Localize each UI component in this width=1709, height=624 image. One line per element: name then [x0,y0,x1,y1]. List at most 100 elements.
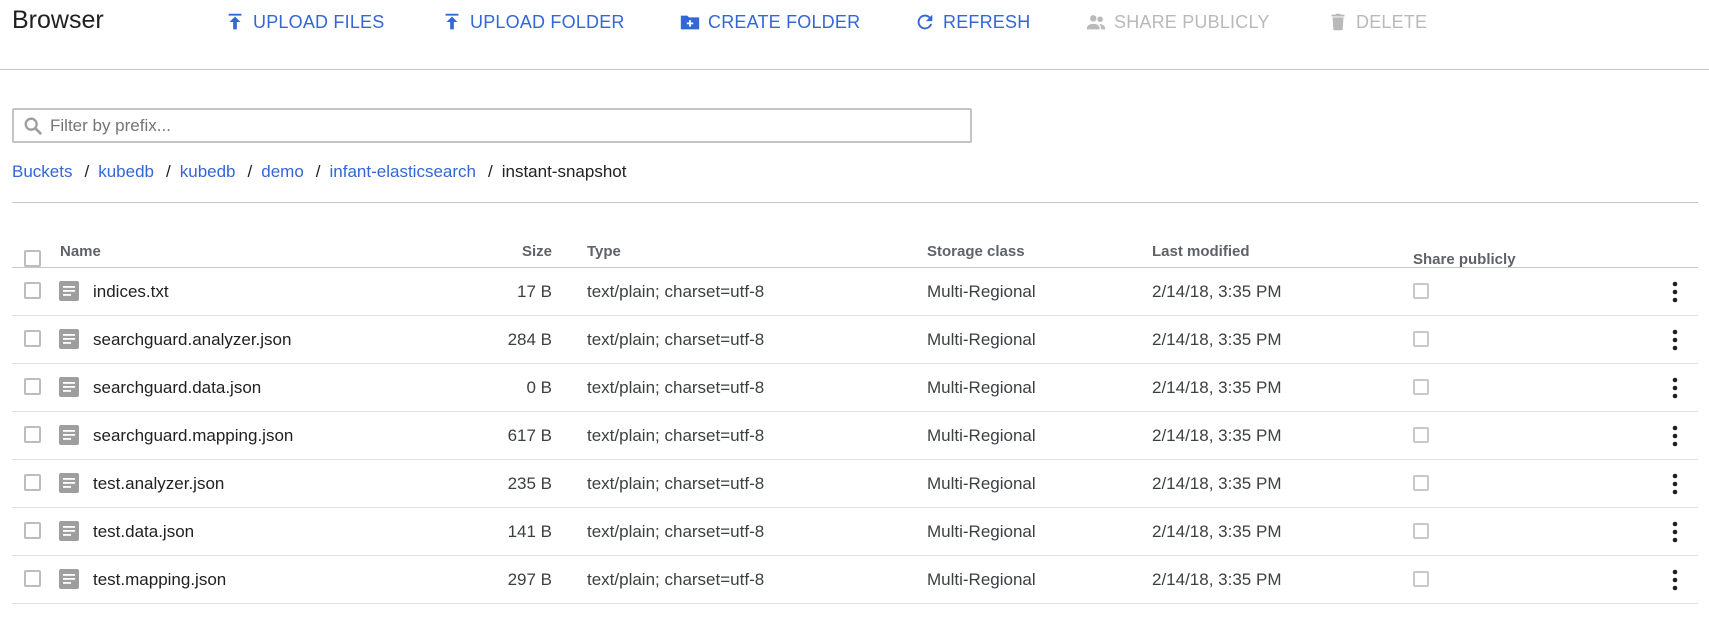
checkbox[interactable] [24,522,41,539]
checkbox[interactable] [24,378,41,395]
breadcrumb-link-kubedb[interactable]: kubedb [98,162,154,182]
row-checkbox[interactable] [24,282,41,304]
breadcrumb-link-demo[interactable]: demo [261,162,304,182]
more-options-button[interactable] [1665,520,1685,549]
share-publicly-checkbox[interactable] [1413,331,1429,352]
checkbox[interactable] [1413,283,1429,299]
table-body: indices.txt 17 B text/plain; charset=utf… [12,268,1698,604]
storage-class: Multi-Regional [927,522,1036,541]
table-row[interactable]: searchguard.analyzer.json 284 B text/pla… [12,316,1698,364]
more-options-button[interactable] [1665,376,1685,405]
file-icon [59,329,79,354]
checkbox[interactable] [1413,331,1429,347]
folder-add-icon [680,15,700,30]
file-type: text/plain; charset=utf-8 [587,522,765,541]
file-icon [59,569,79,594]
more-options-button[interactable] [1665,472,1685,501]
row-checkbox[interactable] [24,426,41,448]
row-checkbox[interactable] [24,570,41,592]
more-options-button[interactable] [1665,328,1685,357]
row-checkbox[interactable] [24,378,41,400]
breadcrumb-current: instant-snapshot [501,162,627,181]
file-name-link[interactable]: test.data.json [93,522,194,542]
checkbox[interactable] [1413,379,1429,395]
last-modified: 2/14/18, 3:35 PM [1152,522,1282,541]
checkbox[interactable] [24,426,41,443]
share-publicly-checkbox[interactable] [1413,283,1429,304]
file-name-link[interactable]: searchguard.mapping.json [93,426,293,446]
row-checkbox[interactable] [24,522,41,544]
share-publicly-checkbox[interactable] [1413,571,1429,592]
table-row[interactable]: searchguard.mapping.json 617 B text/plai… [12,412,1698,460]
upload-files-label: UPLOAD FILES [253,11,385,32]
breadcrumb-separator: / [315,162,321,181]
breadcrumb-link-buckets[interactable]: Buckets [12,162,72,182]
checkbox[interactable] [24,474,41,491]
column-header-size[interactable]: Size [522,243,552,260]
refresh-button[interactable]: REFRESH [914,9,1030,35]
storage-class: Multi-Regional [927,570,1036,589]
upload-icon [228,13,242,30]
more-options-button[interactable] [1665,280,1685,309]
file-icon [59,425,79,445]
file-icon [59,377,79,402]
column-header-storage-class[interactable]: Storage class [927,243,1025,260]
breadcrumb: Buckets / kubedb / kubedb / demo / infan… [12,162,626,182]
checkbox[interactable] [24,570,41,587]
row-checkbox[interactable] [24,330,41,352]
file-name-link[interactable]: searchguard.data.json [93,378,261,398]
table-row[interactable]: test.mapping.json 297 B text/plain; char… [12,556,1698,604]
more-options-button[interactable] [1665,568,1685,597]
file-icon [59,473,79,493]
last-modified: 2/14/18, 3:35 PM [1152,330,1282,349]
column-header-type[interactable]: Type [587,243,621,260]
checkbox[interactable] [24,250,41,267]
table-row[interactable]: indices.txt 17 B text/plain; charset=utf… [12,268,1698,316]
column-header-name[interactable]: Name [60,243,101,260]
upload-files-button[interactable]: UPLOAD FILES [224,9,384,35]
more-vert-icon [1672,521,1678,543]
file-size: 284 B [507,330,552,349]
table-row[interactable]: searchguard.data.json 0 B text/plain; ch… [12,364,1698,412]
last-modified: 2/14/18, 3:35 PM [1152,426,1282,445]
share-publicly-label: SHARE PUBLICLY [1114,11,1270,32]
filter-input[interactable] [50,115,950,136]
delete-button[interactable]: DELETE [1327,9,1427,35]
breadcrumb-link-infant-elasticsearch[interactable]: infant-elasticsearch [330,162,476,182]
more-options-button[interactable] [1665,424,1685,453]
share-publicly-checkbox[interactable] [1413,523,1429,544]
file-size: 17 B [517,282,552,301]
checkbox[interactable] [1413,475,1429,491]
last-modified: 2/14/18, 3:35 PM [1152,282,1282,301]
file-icon [59,473,79,498]
storage-class: Multi-Regional [927,426,1036,445]
more-vert-icon [1672,425,1678,447]
create-folder-button[interactable]: CREATE FOLDER [679,9,860,35]
column-header-last-modified[interactable]: Last modified [1152,243,1250,260]
file-icon [59,281,79,306]
file-name-link[interactable]: test.analyzer.json [93,474,224,494]
breadcrumb-link-kubedb[interactable]: kubedb [180,162,236,182]
file-type: text/plain; charset=utf-8 [587,426,765,445]
share-publicly-checkbox[interactable] [1413,475,1429,496]
row-checkbox[interactable] [24,474,41,496]
table-row[interactable]: test.analyzer.json 235 B text/plain; cha… [12,460,1698,508]
share-publicly-checkbox[interactable] [1413,427,1429,448]
share-publicly-checkbox[interactable] [1413,379,1429,400]
file-size: 617 B [507,426,552,445]
table-row[interactable]: test.data.json 141 B text/plain; charset… [12,508,1698,556]
checkbox[interactable] [24,330,41,347]
file-name-link[interactable]: searchguard.analyzer.json [93,330,291,350]
create-folder-label: CREATE FOLDER [708,11,861,32]
share-publicly-button[interactable]: SHARE PUBLICLY [1085,9,1270,35]
checkbox[interactable] [1413,427,1429,443]
refresh-label: REFRESH [943,11,1031,32]
checkbox[interactable] [1413,571,1429,587]
more-vert-icon [1672,473,1678,495]
upload-folder-button[interactable]: UPLOAD FOLDER [441,9,625,35]
checkbox[interactable] [24,282,41,299]
file-name-link[interactable]: indices.txt [93,282,169,302]
checkbox[interactable] [1413,523,1429,539]
file-name-link[interactable]: test.mapping.json [93,570,226,590]
search-icon [24,117,42,135]
